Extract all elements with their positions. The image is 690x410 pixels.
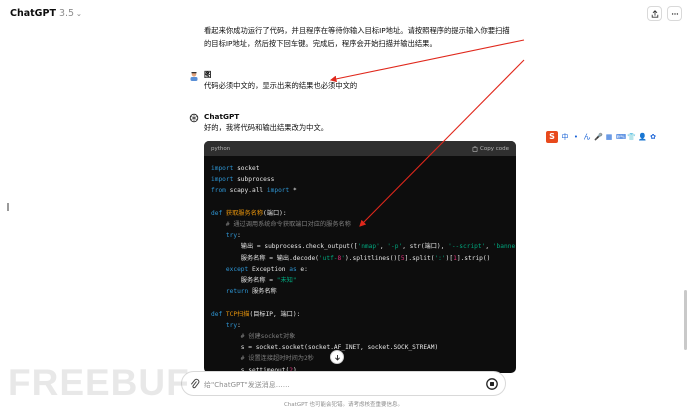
code-line: from scapy.all import * bbox=[211, 187, 297, 195]
share-button[interactable] bbox=[647, 6, 662, 21]
keyboard-icon[interactable]: ⌨ bbox=[616, 132, 626, 142]
scrollbar[interactable] bbox=[684, 30, 687, 370]
paperclip-icon[interactable] bbox=[189, 378, 200, 390]
code-line: try: bbox=[225, 232, 241, 240]
code-line: # 创建socket对象 bbox=[211, 333, 296, 341]
settings-flower-icon[interactable]: ✿ bbox=[649, 132, 657, 142]
more-options-button[interactable] bbox=[667, 6, 682, 21]
assistant-reply: 好的，我将代码和输出结果改为中文。 bbox=[204, 123, 329, 132]
translator-toolbar: S 中 • ん 🎤 ▦ ⌨ 👕 👤 ✿ bbox=[546, 130, 657, 144]
message-composer bbox=[181, 371, 506, 396]
code-line: def 获取服务名称(端口): bbox=[211, 209, 287, 217]
microphone-icon[interactable]: 🎤 bbox=[594, 132, 603, 142]
code-content: import socket import subprocess from scapy… bbox=[204, 156, 516, 373]
code-line: try: bbox=[225, 321, 241, 329]
kana-icon[interactable]: ん bbox=[583, 132, 591, 142]
assistant-name: ChatGPT bbox=[204, 112, 240, 121]
grid-icon[interactable]: ▦ bbox=[605, 132, 613, 142]
model-selector[interactable]: ChatGPT 3.5 ⌄ bbox=[10, 8, 82, 19]
scroll-to-bottom-button[interactable] bbox=[330, 350, 344, 364]
code-line: s = socket.socket(socket.AF_INET, socket… bbox=[211, 344, 439, 352]
watermark: FREEBUF bbox=[8, 362, 190, 403]
code-line: return 服务名称 bbox=[225, 288, 277, 296]
skin-icon[interactable]: 👕 bbox=[627, 132, 636, 142]
model-version: 3.5 bbox=[58, 8, 75, 19]
share-icon bbox=[651, 9, 658, 18]
code-header: python Copy code bbox=[204, 141, 516, 156]
code-line: 服务名称 = 输出.decode('utf-8').splitlines()[5… bbox=[211, 254, 491, 262]
copy-code-button[interactable]: Copy code bbox=[472, 146, 509, 152]
clipboard-icon bbox=[472, 145, 478, 152]
chinese-mode-icon[interactable]: 中 bbox=[561, 132, 569, 142]
user-avatar bbox=[190, 72, 198, 81]
message-line: 看起来你成功运行了代码，并且程序在等待你输入目标IP地址。请按照程序的提示输入你… bbox=[204, 26, 510, 35]
stop-generating-icon[interactable] bbox=[486, 378, 498, 390]
chatgpt-logo-icon bbox=[189, 113, 199, 123]
user-icon[interactable]: 👤 bbox=[638, 132, 647, 142]
code-line: # 通过调用系统命令获取端口对应的服务名称 bbox=[211, 221, 351, 229]
disclaimer-text: ChatGPT 也可能会犯错。请考虑核查重要信息。 bbox=[283, 402, 404, 408]
message-line: 的目标IP地址，然后按下回车键。完成后，程序会开始扫描并输出结果。 bbox=[204, 39, 437, 48]
code-language: python bbox=[211, 145, 231, 152]
code-line: # 设置连接超时时间为2秒 bbox=[211, 355, 314, 363]
dots-icon bbox=[671, 12, 678, 15]
sogou-logo-icon[interactable]: S bbox=[546, 131, 558, 143]
code-block: python Copy code import socket import sub… bbox=[204, 141, 516, 373]
user-message: 代码必须中文的，显示出来的结果也必须中文的 bbox=[204, 81, 358, 90]
code-line: 输出 = subprocess.check_output(['nmap', '-… bbox=[211, 243, 516, 251]
sidebar-handle[interactable] bbox=[7, 203, 9, 211]
code-line: import subprocess bbox=[211, 176, 275, 184]
assistant-message-previous: 看起来你成功运行了代码，并且程序在等待你输入目标IP地址。请按照程序的提示输入你… bbox=[204, 24, 522, 50]
dot-icon[interactable]: • bbox=[572, 132, 580, 142]
code-line: 服务名称 = "未知" bbox=[211, 277, 297, 285]
copy-code-label: Copy code bbox=[480, 145, 509, 152]
chevron-down-icon: ⌄ bbox=[76, 10, 82, 18]
message-input[interactable] bbox=[204, 378, 474, 391]
code-line: def TCP扫描(目标IP, 端口): bbox=[211, 310, 301, 318]
arrow-down-icon bbox=[334, 354, 340, 361]
code-line: import socket bbox=[211, 165, 260, 172]
scrollbar-thumb[interactable] bbox=[684, 290, 687, 350]
code-line: except Exception as e: bbox=[225, 265, 308, 273]
model-name: ChatGPT bbox=[10, 8, 56, 19]
